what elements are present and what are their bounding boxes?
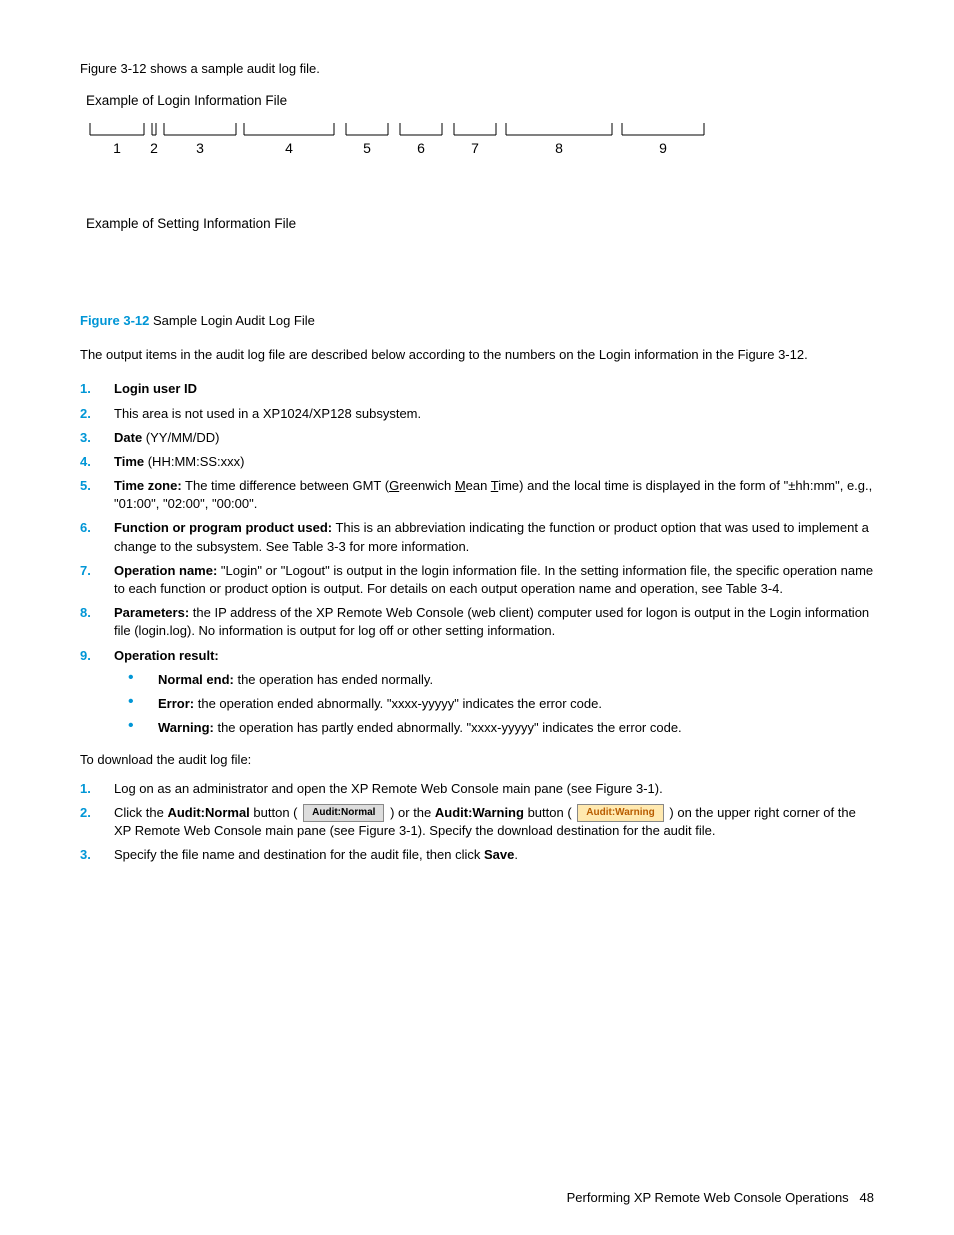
item-number: 7.	[80, 562, 114, 580]
operation-result-list: • Normal end: the operation has ended no…	[114, 671, 874, 738]
bullet-icon: •	[114, 719, 158, 733]
svg-text:2: 2	[150, 140, 158, 156]
list-item: 6. Function or program product used: Thi…	[80, 519, 874, 555]
list-item: 9. Operation result: • Normal end: the o…	[80, 647, 874, 744]
item-title: Parameters:	[114, 605, 189, 620]
item-text: "Login" or "Logout" is output in the log…	[114, 563, 873, 596]
item-title: Function or program product used:	[114, 520, 332, 535]
step-item: 2. Click the Audit:Normal button ( Audit…	[80, 804, 874, 841]
bullet-icon: •	[114, 695, 158, 709]
items-description: The output items in the audit log file a…	[80, 346, 874, 364]
bullet-icon: •	[114, 671, 158, 685]
page-footer: Performing XP Remote Web Console Operati…	[567, 1189, 874, 1207]
item-text: (HH:MM:SS:xxx)	[144, 454, 244, 469]
audit-normal-button-icon: Audit:Normal	[303, 804, 384, 822]
step-text: Specify the file name and destination fo…	[114, 846, 874, 864]
svg-text:3: 3	[196, 140, 204, 156]
audit-warning-button-icon: Audit:Warning	[577, 804, 664, 822]
example2-title: Example of Setting Information File	[86, 215, 874, 234]
svg-text:9: 9	[659, 140, 667, 156]
item-number: 8.	[80, 604, 114, 622]
svg-text:1: 1	[113, 140, 121, 156]
item-number: 3.	[80, 429, 114, 447]
step-number: 1.	[80, 780, 114, 798]
item-text: the IP address of the XP Remote Web Cons…	[114, 605, 869, 638]
step-number: 3.	[80, 846, 114, 864]
item-title: Date	[114, 430, 142, 445]
intro-text: Figure 3-12 shows a sample audit log fil…	[80, 60, 874, 78]
sub-text: the operation has ended normally.	[234, 672, 433, 687]
item-text: (YY/MM/DD)	[142, 430, 219, 445]
example1-title: Example of Login Information File	[86, 92, 874, 111]
svg-text:5: 5	[363, 140, 371, 156]
steps-list: 1. Log on as an administrator and open t…	[80, 780, 874, 865]
sublist-item: • Error: the operation ended abnormally.…	[114, 695, 874, 713]
item-title: Operation name:	[114, 563, 217, 578]
sub-title: Error:	[158, 696, 194, 711]
sub-title: Normal end:	[158, 672, 234, 687]
list-item: 2. This area is not used in a XP1024/XP1…	[80, 405, 874, 423]
item-number: 4.	[80, 453, 114, 471]
step-number: 2.	[80, 804, 114, 822]
figure-label: Figure 3-12	[80, 313, 149, 328]
list-item: 1. Login user ID	[80, 380, 874, 398]
item-text: The time difference between GMT (	[182, 478, 389, 493]
sub-text: the operation has partly ended abnormall…	[214, 720, 682, 735]
step-item: 1. Log on as an administrator and open t…	[80, 780, 874, 798]
sublist-item: • Normal end: the operation has ended no…	[114, 671, 874, 689]
item-number: 9.	[80, 647, 114, 665]
list-item: 3. Date (YY/MM/DD)	[80, 429, 874, 447]
item-title: Login user ID	[114, 381, 197, 396]
page-number: 48	[860, 1190, 874, 1205]
item-text: This area is not used in a XP1024/XP128 …	[114, 406, 421, 421]
step-item: 3. Specify the file name and destination…	[80, 846, 874, 864]
download-intro: To download the audit log file:	[80, 751, 874, 769]
step-text: Log on as an administrator and open the …	[114, 780, 874, 798]
item-number: 5.	[80, 477, 114, 495]
figure-caption: Figure 3-12 Sample Login Audit Log File	[80, 312, 874, 330]
list-item: 8. Parameters: the IP address of the XP …	[80, 604, 874, 640]
list-item: 4. Time (HH:MM:SS:xxx)	[80, 453, 874, 471]
item-number: 1.	[80, 380, 114, 398]
item-title: Time	[114, 454, 144, 469]
figure-title: Sample Login Audit Log File	[149, 313, 315, 328]
list-item: 7. Operation name: "Login" or "Logout" i…	[80, 562, 874, 598]
footer-section: Performing XP Remote Web Console Operati…	[567, 1190, 849, 1205]
item-number: 6.	[80, 519, 114, 537]
sublist-item: • Warning: the operation has partly ende…	[114, 719, 874, 737]
svg-text:6: 6	[417, 140, 425, 156]
sub-title: Warning:	[158, 720, 214, 735]
item-title: Time zone:	[114, 478, 182, 493]
login-file-diagram: 1 2 3 4 5 6 7 8 9	[86, 119, 874, 165]
step-text: Click the Audit:Normal button ( Audit:No…	[114, 804, 874, 841]
svg-text:7: 7	[471, 140, 479, 156]
sub-text: the operation ended abnormally. "xxxx-yy…	[194, 696, 602, 711]
items-list: 1. Login user ID 2. This area is not use…	[80, 380, 874, 743]
svg-text:4: 4	[285, 140, 293, 156]
svg-text:8: 8	[555, 140, 563, 156]
list-item: 5. Time zone: The time difference betwee…	[80, 477, 874, 513]
item-title: Operation result:	[114, 648, 219, 663]
item-number: 2.	[80, 405, 114, 423]
